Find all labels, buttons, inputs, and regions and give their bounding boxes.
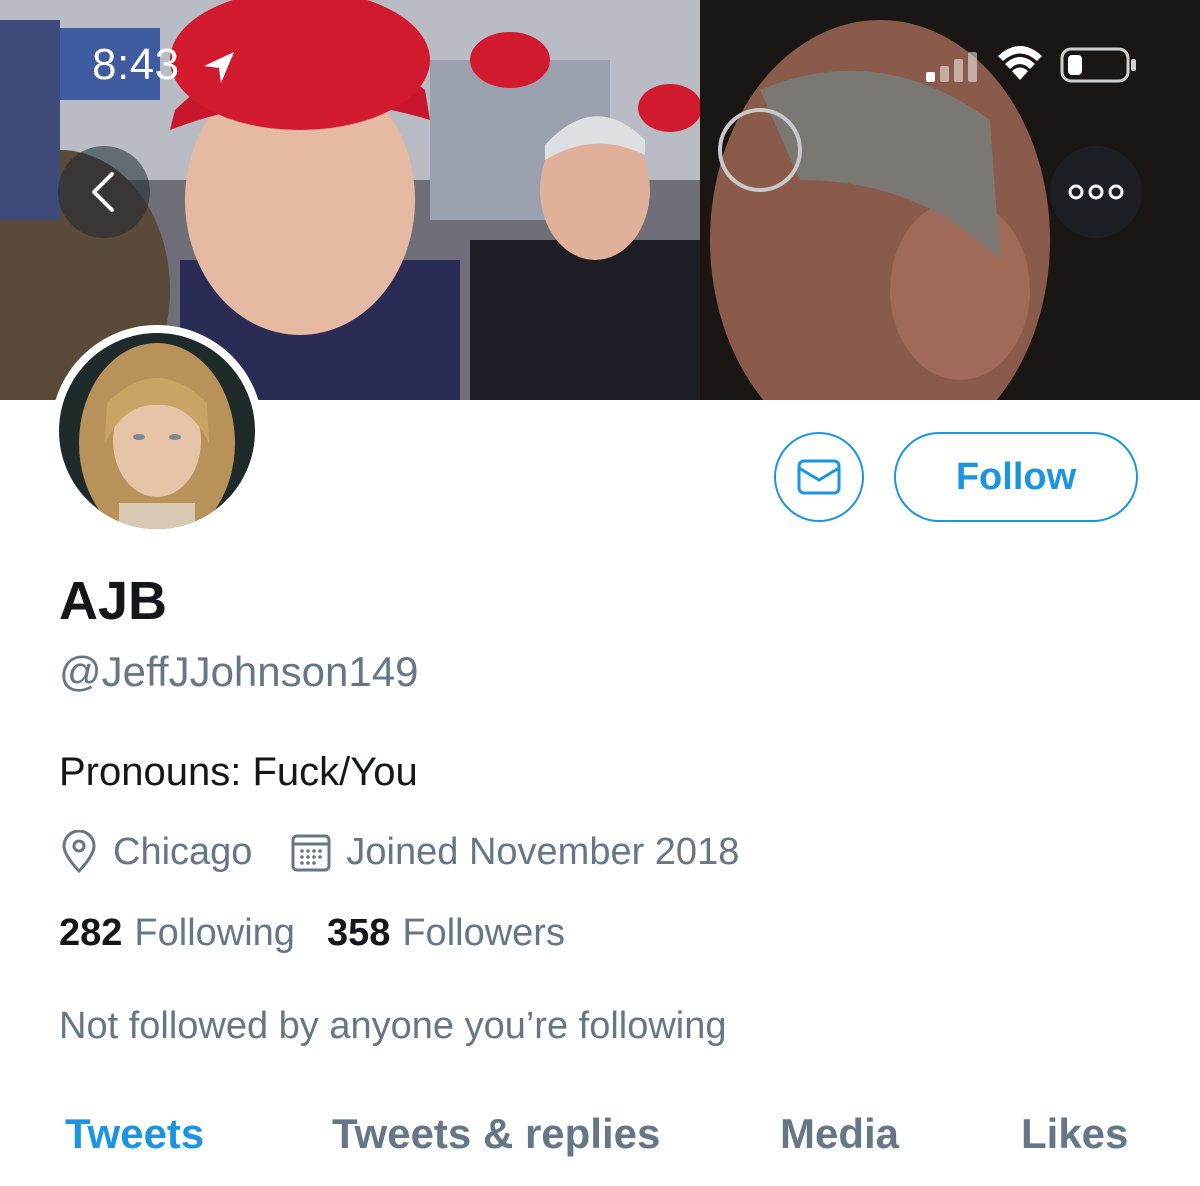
tab-tweets[interactable]: Tweets <box>65 1110 204 1158</box>
following-count: 282 <box>59 912 123 954</box>
more-dots-icon <box>1068 184 1124 200</box>
chevron-left-icon <box>92 172 114 212</box>
battery-icon <box>1060 47 1136 83</box>
tab-tweets-and-replies[interactable]: Tweets & replies <box>332 1110 660 1158</box>
avatar-image <box>59 333 255 529</box>
back-button[interactable] <box>58 146 150 238</box>
envelope-icon <box>797 459 841 495</box>
calendar-icon <box>291 834 331 872</box>
follow-button[interactable]: Follow <box>894 432 1138 522</box>
bio: Pronouns: Fuck/You <box>59 750 418 794</box>
status-bar: 8:43 <box>0 0 1200 120</box>
following-label: Following <box>134 912 295 954</box>
location-item: Chicago <box>59 830 252 874</box>
status-time: 8:43 <box>92 40 180 89</box>
tab-likes[interactable]: Likes <box>1021 1110 1128 1158</box>
follow-counts: 282 Following 358 Followers <box>59 912 565 955</box>
handle: @JeffJJohnson149 <box>59 648 419 695</box>
joined-item: Joined November 2018 <box>290 831 739 874</box>
more-options-button[interactable] <box>1050 146 1142 238</box>
tab-media[interactable]: Media <box>780 1110 899 1158</box>
joined-text: Joined November 2018 <box>346 830 740 873</box>
location-text: Chicago <box>113 830 253 873</box>
followers-label: Followers <box>402 912 565 954</box>
profile-tabs: Tweets Tweets & replies Media Likes <box>0 1110 1200 1170</box>
location-pin-icon <box>62 830 96 874</box>
cellular-signal-icon <box>926 52 977 82</box>
followers-link[interactable]: 358 Followers <box>327 912 565 955</box>
following-link[interactable]: 282 Following <box>59 912 295 955</box>
avatar[interactable] <box>51 325 263 537</box>
followers-count: 358 <box>326 912 391 954</box>
wifi-icon <box>998 46 1042 80</box>
social-context: Not followed by anyone you’re following <box>59 1005 727 1047</box>
message-button[interactable] <box>774 432 864 522</box>
display-name: AJB <box>59 571 168 631</box>
location-arrow-icon <box>204 52 234 83</box>
profile-meta: Chicago Joined November 2018 <box>59 826 739 878</box>
